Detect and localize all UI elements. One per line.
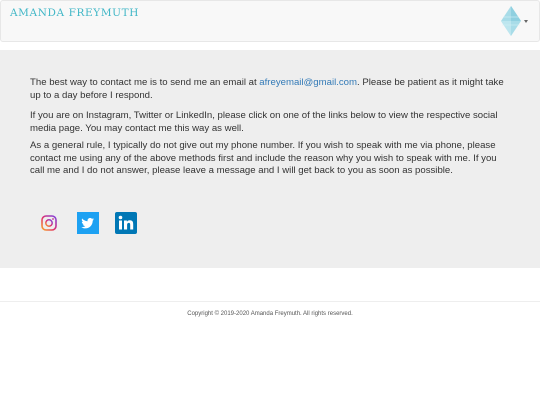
instagram-icon — [41, 215, 57, 231]
top-navbar: AMANDA FREYMUTH — [0, 0, 540, 42]
diamond-logo-icon — [501, 6, 521, 36]
email-intro-text: The best way to contact me is to send me… — [30, 77, 260, 88]
phone-policy-paragraph: As a general rule, I typically do not gi… — [30, 140, 497, 177]
linkedin-icon — [115, 212, 137, 234]
twitter-icon — [77, 212, 99, 234]
site-brand-link[interactable]: AMANDA FREYMUTH — [10, 7, 139, 19]
email-link[interactable]: afreyemail@gmail.com — [259, 77, 357, 88]
linkedin-link[interactable] — [115, 212, 137, 234]
social-media-paragraph: If you are on Instagram, Twitter or Link… — [30, 110, 498, 134]
twitter-link[interactable] — [77, 212, 99, 234]
instagram-link[interactable] — [38, 212, 60, 234]
caret-down-icon — [524, 20, 528, 23]
logo-dropdown-toggle[interactable] — [500, 5, 532, 39]
copyright-text: Copyright © 2019-2020 Amanda Freymuth. A… — [187, 311, 353, 317]
footer-divider — [0, 301, 540, 302]
contact-email-paragraph: The best way to contact me is to send me… — [30, 77, 512, 102]
contact-section: The best way to contact me is to send me… — [0, 50, 540, 268]
